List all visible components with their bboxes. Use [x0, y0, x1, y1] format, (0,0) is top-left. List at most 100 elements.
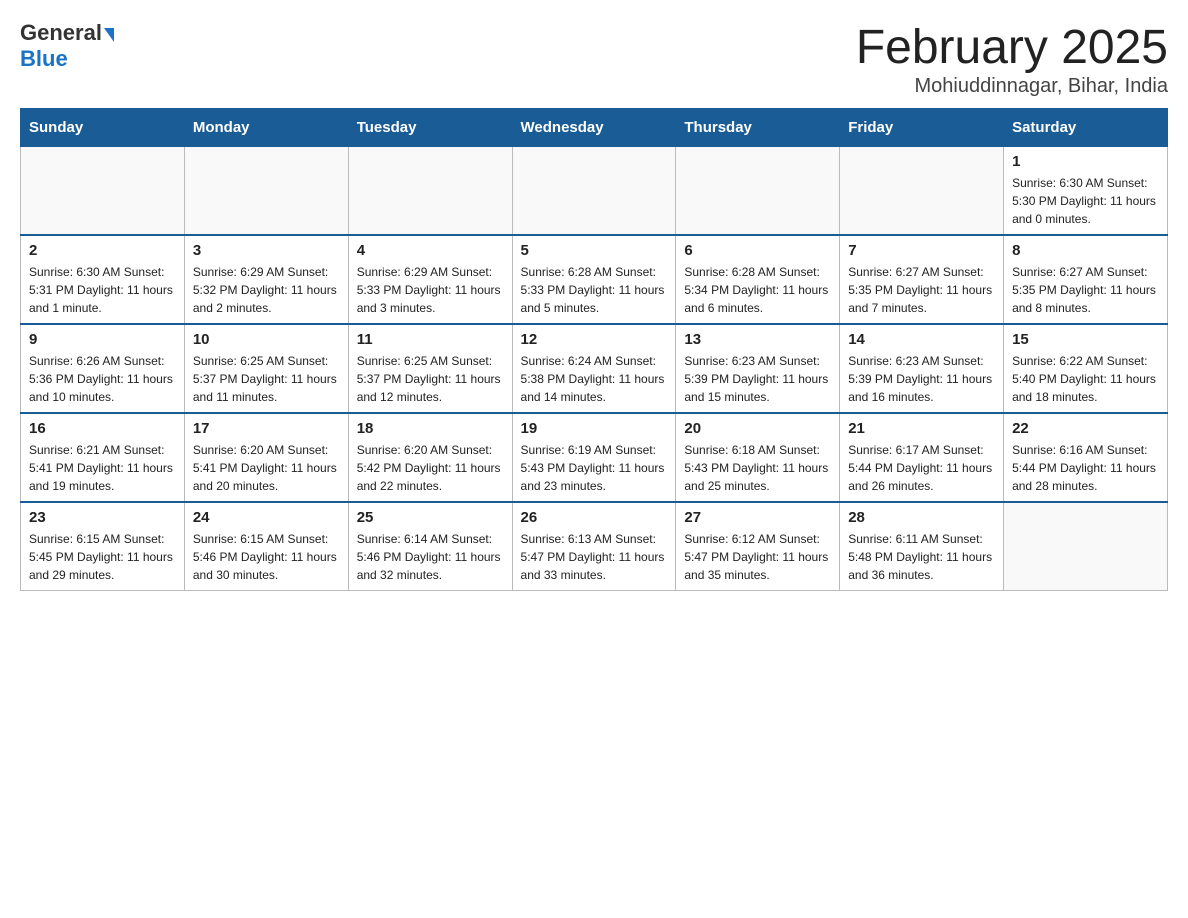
logo-arrow-icon	[104, 28, 114, 42]
calendar-cell: 8 Sunrise: 6:27 AM Sunset: 5:35 PM Daylig…	[1004, 235, 1168, 324]
calendar-cell: 11 Sunrise: 6:25 AM Sunset: 5:37 PM Dayli…	[348, 324, 512, 413]
day-info: Sunrise: 6:17 AM Sunset: 5:44 PM Dayligh…	[848, 441, 995, 495]
day-number: 16	[29, 420, 176, 437]
calendar-cell: 12 Sunrise: 6:24 AM Sunset: 5:38 PM Dayli…	[512, 324, 676, 413]
calendar-cell: 23Sunrise: 6:15 AM Sunset: 5:45 PM Dayli…	[21, 502, 185, 591]
calendar-cell: 6 Sunrise: 6:28 AM Sunset: 5:34 PM Daylig…	[676, 235, 840, 324]
day-info: Sunrise: 6:28 AM Sunset: 5:33 PM Dayligh…	[521, 263, 668, 317]
calendar-cell: 22 Sunrise: 6:16 AM Sunset: 5:44 PM Dayli…	[1004, 413, 1168, 502]
calendar-body: 1 Sunrise: 6:30 AM Sunset: 5:30 PM Daylig…	[21, 147, 1168, 591]
calendar-table: Sunday Monday Tuesday Wednesday Thursday…	[20, 108, 1168, 591]
calendar-cell: 21 Sunrise: 6:17 AM Sunset: 5:44 PM Dayli…	[840, 413, 1004, 502]
header-saturday: Saturday	[1004, 109, 1168, 147]
day-info: Sunrise: 6:20 AM Sunset: 5:41 PM Dayligh…	[193, 441, 340, 495]
calendar-cell	[512, 147, 676, 236]
day-number: 3	[193, 242, 340, 259]
day-info: Sunrise: 6:26 AM Sunset: 5:36 PM Dayligh…	[29, 352, 176, 406]
day-number: 5	[521, 242, 668, 259]
header-row: Sunday Monday Tuesday Wednesday Thursday…	[21, 109, 1168, 147]
calendar-cell: 18 Sunrise: 6:20 AM Sunset: 5:42 PM Dayli…	[348, 413, 512, 502]
day-info: Sunrise: 6:15 AM Sunset: 5:45 PM Dayligh…	[29, 530, 176, 584]
day-info: Sunrise: 6:28 AM Sunset: 5:34 PM Dayligh…	[684, 263, 831, 317]
day-number: 14	[848, 331, 995, 348]
day-info: Sunrise: 6:23 AM Sunset: 5:39 PM Dayligh…	[848, 352, 995, 406]
calendar-cell: 17 Sunrise: 6:20 AM Sunset: 5:41 PM Dayli…	[184, 413, 348, 502]
calendar-cell: 4 Sunrise: 6:29 AM Sunset: 5:33 PM Daylig…	[348, 235, 512, 324]
day-number: 26	[521, 509, 668, 526]
day-info: Sunrise: 6:30 AM Sunset: 5:30 PM Dayligh…	[1012, 174, 1159, 228]
day-number: 17	[193, 420, 340, 437]
day-number: 8	[1012, 242, 1159, 259]
header-thursday: Thursday	[676, 109, 840, 147]
calendar-cell	[348, 147, 512, 236]
day-info: Sunrise: 6:29 AM Sunset: 5:33 PM Dayligh…	[357, 263, 504, 317]
calendar-cell	[676, 147, 840, 236]
day-info: Sunrise: 6:25 AM Sunset: 5:37 PM Dayligh…	[357, 352, 504, 406]
day-number: 1	[1012, 153, 1159, 170]
calendar-title: February 2025	[856, 20, 1168, 75]
calendar-cell: 16 Sunrise: 6:21 AM Sunset: 5:41 PM Dayli…	[21, 413, 185, 502]
day-info: Sunrise: 6:20 AM Sunset: 5:42 PM Dayligh…	[357, 441, 504, 495]
day-number: 9	[29, 331, 176, 348]
day-info: Sunrise: 6:22 AM Sunset: 5:40 PM Dayligh…	[1012, 352, 1159, 406]
day-info: Sunrise: 6:21 AM Sunset: 5:41 PM Dayligh…	[29, 441, 176, 495]
day-number: 6	[684, 242, 831, 259]
day-number: 18	[357, 420, 504, 437]
header-sunday: Sunday	[21, 109, 185, 147]
logo-general: General	[20, 20, 114, 46]
day-number: 15	[1012, 331, 1159, 348]
calendar-cell: 28Sunrise: 6:11 AM Sunset: 5:48 PM Dayli…	[840, 502, 1004, 591]
day-info: Sunrise: 6:18 AM Sunset: 5:43 PM Dayligh…	[684, 441, 831, 495]
calendar-cell: 3 Sunrise: 6:29 AM Sunset: 5:32 PM Daylig…	[184, 235, 348, 324]
calendar-cell: 2 Sunrise: 6:30 AM Sunset: 5:31 PM Daylig…	[21, 235, 185, 324]
day-info: Sunrise: 6:12 AM Sunset: 5:47 PM Dayligh…	[684, 530, 831, 584]
calendar-cell	[840, 147, 1004, 236]
day-info: Sunrise: 6:27 AM Sunset: 5:35 PM Dayligh…	[848, 263, 995, 317]
day-info: Sunrise: 6:29 AM Sunset: 5:32 PM Dayligh…	[193, 263, 340, 317]
calendar-cell: 15 Sunrise: 6:22 AM Sunset: 5:40 PM Dayli…	[1004, 324, 1168, 413]
day-number: 22	[1012, 420, 1159, 437]
day-number: 11	[357, 331, 504, 348]
calendar-cell: 25 Sunrise: 6:14 AM Sunset: 5:46 PM Dayli…	[348, 502, 512, 591]
day-info: Sunrise: 6:13 AM Sunset: 5:47 PM Dayligh…	[521, 530, 668, 584]
calendar-header: Sunday Monday Tuesday Wednesday Thursday…	[21, 109, 1168, 147]
calendar-subtitle: Mohiuddinnagar, Bihar, India	[856, 75, 1168, 98]
day-info: Sunrise: 6:25 AM Sunset: 5:37 PM Dayligh…	[193, 352, 340, 406]
header-friday: Friday	[840, 109, 1004, 147]
logo-blue-text: Blue	[20, 46, 68, 72]
day-number: 2	[29, 242, 176, 259]
calendar-week-row: 1 Sunrise: 6:30 AM Sunset: 5:30 PM Daylig…	[21, 147, 1168, 236]
page-header: General Blue February 2025 Mohiuddinnaga…	[20, 20, 1168, 98]
calendar-cell: 27 Sunrise: 6:12 AM Sunset: 5:47 PM Dayli…	[676, 502, 840, 591]
day-info: Sunrise: 6:11 AM Sunset: 5:48 PM Dayligh…	[848, 530, 995, 584]
day-info: Sunrise: 6:30 AM Sunset: 5:31 PM Dayligh…	[29, 263, 176, 317]
calendar-week-row: 16 Sunrise: 6:21 AM Sunset: 5:41 PM Dayli…	[21, 413, 1168, 502]
calendar-cell: 1 Sunrise: 6:30 AM Sunset: 5:30 PM Daylig…	[1004, 147, 1168, 236]
calendar-cell	[1004, 502, 1168, 591]
day-info: Sunrise: 6:14 AM Sunset: 5:46 PM Dayligh…	[357, 530, 504, 584]
calendar-cell: 7 Sunrise: 6:27 AM Sunset: 5:35 PM Daylig…	[840, 235, 1004, 324]
calendar-cell: 5 Sunrise: 6:28 AM Sunset: 5:33 PM Daylig…	[512, 235, 676, 324]
day-number: 25	[357, 509, 504, 526]
header-monday: Monday	[184, 109, 348, 147]
day-info: Sunrise: 6:24 AM Sunset: 5:38 PM Dayligh…	[521, 352, 668, 406]
day-number: 10	[193, 331, 340, 348]
calendar-cell: 19Sunrise: 6:19 AM Sunset: 5:43 PM Dayli…	[512, 413, 676, 502]
calendar-week-row: 23Sunrise: 6:15 AM Sunset: 5:45 PM Dayli…	[21, 502, 1168, 591]
calendar-week-row: 9 Sunrise: 6:26 AM Sunset: 5:36 PM Daylig…	[21, 324, 1168, 413]
title-block: February 2025 Mohiuddinnagar, Bihar, Ind…	[856, 20, 1168, 98]
calendar-cell: 24Sunrise: 6:15 AM Sunset: 5:46 PM Dayli…	[184, 502, 348, 591]
day-number: 7	[848, 242, 995, 259]
day-number: 27	[684, 509, 831, 526]
calendar-cell: 13Sunrise: 6:23 AM Sunset: 5:39 PM Dayli…	[676, 324, 840, 413]
day-number: 4	[357, 242, 504, 259]
day-number: 21	[848, 420, 995, 437]
day-number: 20	[684, 420, 831, 437]
day-number: 12	[521, 331, 668, 348]
calendar-cell: 9 Sunrise: 6:26 AM Sunset: 5:36 PM Daylig…	[21, 324, 185, 413]
day-info: Sunrise: 6:16 AM Sunset: 5:44 PM Dayligh…	[1012, 441, 1159, 495]
day-number: 24	[193, 509, 340, 526]
day-info: Sunrise: 6:27 AM Sunset: 5:35 PM Dayligh…	[1012, 263, 1159, 317]
calendar-cell: 10 Sunrise: 6:25 AM Sunset: 5:37 PM Dayli…	[184, 324, 348, 413]
calendar-cell: 14 Sunrise: 6:23 AM Sunset: 5:39 PM Dayli…	[840, 324, 1004, 413]
